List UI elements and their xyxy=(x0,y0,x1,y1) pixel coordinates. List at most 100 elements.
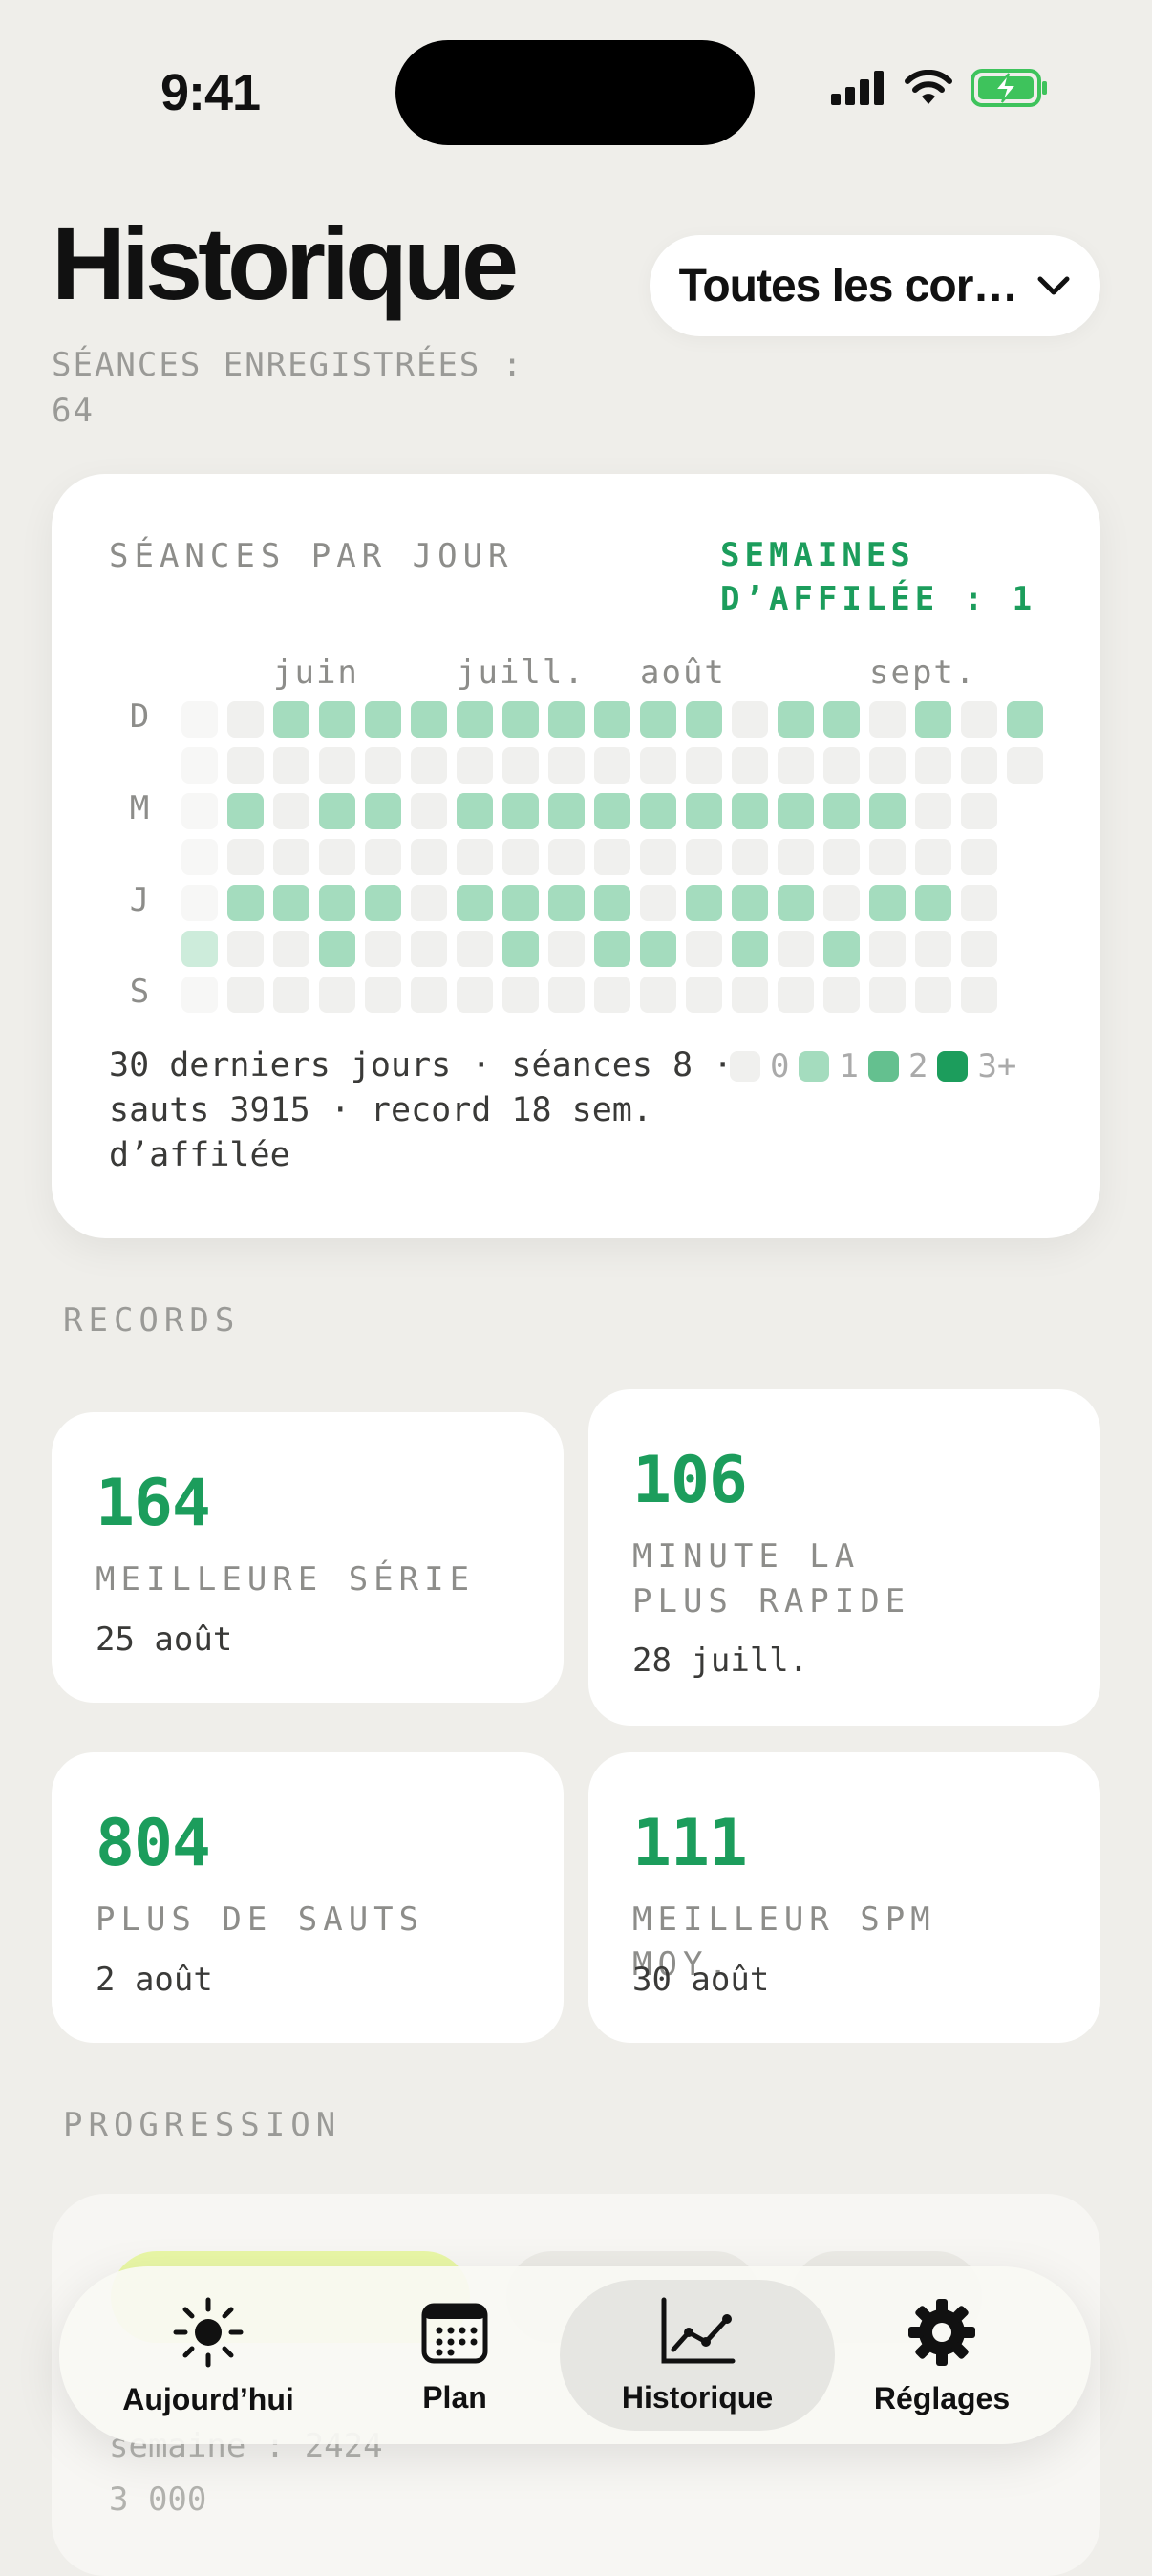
heatmap-cell xyxy=(181,977,218,1013)
heatmap-cell xyxy=(548,793,585,829)
progression-axis-value: 3 000 xyxy=(109,2480,207,2519)
month-label: sept. xyxy=(869,654,977,692)
heatmap-cell xyxy=(732,701,768,738)
heatmap-cell xyxy=(594,977,630,1013)
tab-label: Plan xyxy=(422,2379,487,2415)
record-label: MINUTE LA PLUS RAPIDE xyxy=(632,1537,911,1621)
heatmap-cell xyxy=(915,793,951,829)
heatmap-cell xyxy=(778,977,814,1013)
heatmap-cell xyxy=(319,793,355,829)
heatmap-cell xyxy=(686,977,722,1013)
tab-aujourdhui[interactable]: Aujourd’hui xyxy=(94,2280,323,2431)
heatmap-cell xyxy=(365,977,401,1013)
battery-charging-icon xyxy=(971,69,1047,107)
bottom-tab-bar: Aujourd’hui Plan Historique Réglages xyxy=(59,2266,1091,2444)
heatmap-cell xyxy=(548,701,585,738)
heatmap-cell xyxy=(365,701,401,738)
day-label: J xyxy=(129,881,150,919)
heatmap-cell xyxy=(823,839,860,875)
heatmap-cell xyxy=(181,701,218,738)
heatmap-cell xyxy=(823,885,860,921)
heatmap-cell xyxy=(732,793,768,829)
tab-plan[interactable]: Plan xyxy=(340,2280,569,2431)
tab-label: Historique xyxy=(621,2379,774,2415)
wifi-icon xyxy=(905,70,952,104)
heatmap-cell xyxy=(273,701,309,738)
record-date: 28 juill. xyxy=(632,1642,809,1680)
heatmap-cell xyxy=(502,793,539,829)
legend-label: 0 xyxy=(770,1047,790,1085)
heatmap-cell xyxy=(961,701,997,738)
heatmap-cell xyxy=(594,701,630,738)
heatmap-cell xyxy=(640,793,676,829)
heatmap-cell xyxy=(548,839,585,875)
heatmap-cell xyxy=(365,839,401,875)
heatmap-cell xyxy=(961,793,997,829)
legend-swatch-1 xyxy=(799,1051,830,1082)
heatmap-cell xyxy=(778,885,814,921)
tab-historique[interactable]: Historique xyxy=(560,2280,835,2431)
heatmap-cell xyxy=(594,793,630,829)
record-date: 25 août xyxy=(96,1621,233,1659)
heatmap-cell xyxy=(732,747,768,784)
heatmap-cell xyxy=(457,701,493,738)
legend-swatch-3 xyxy=(937,1051,969,1082)
heatmap-months: juin juill. août sept. xyxy=(52,654,1100,696)
heatmap-cell xyxy=(823,793,860,829)
heatmap-cell xyxy=(686,793,722,829)
heatmap-cell xyxy=(961,747,997,784)
record-card-best-streak[interactable]: 164 MEILLEURE SÉRIE 25 août xyxy=(52,1412,564,1703)
heatmap-cell xyxy=(640,747,676,784)
chart-line-icon xyxy=(661,2297,736,2363)
heatmap-cell xyxy=(594,747,630,784)
sun-icon xyxy=(173,2297,244,2367)
heatmap-cell xyxy=(1007,747,1043,784)
heatmap-cell xyxy=(594,885,630,921)
heatmap-cell xyxy=(640,977,676,1013)
record-card-most-jumps[interactable]: 804 PLUS DE SAUTS 2 août xyxy=(52,1752,564,2043)
legend-swatch-0 xyxy=(730,1051,760,1082)
day-label: S xyxy=(129,973,150,1011)
heatmap-cell xyxy=(365,885,401,921)
tab-reglages[interactable]: Réglages xyxy=(827,2280,1056,2431)
page-title: Historique xyxy=(52,205,519,321)
heatmap-cell xyxy=(915,931,951,967)
record-label: MEILLEURE SÉRIE xyxy=(96,1560,476,1599)
heatmap-cell xyxy=(273,747,309,784)
heatmap-cell xyxy=(365,793,401,829)
heatmap-cell xyxy=(915,701,951,738)
record-card-best-avg-spm[interactable]: 111 MEILLEUR SPM MOY. 30 août xyxy=(588,1752,1100,2043)
legend-swatch-2 xyxy=(867,1051,899,1082)
streak-badge: SEMAINES D’AFFILÉE : 1 xyxy=(720,536,1037,618)
heatmap-cell xyxy=(869,839,906,875)
heatmap-cell xyxy=(961,839,997,875)
heatmap-cell xyxy=(594,839,630,875)
heatmap-cell xyxy=(457,931,493,967)
day-label: D xyxy=(129,698,150,736)
heatmap-cell xyxy=(869,931,906,967)
heatmap-cell xyxy=(686,701,722,738)
heatmap-cell xyxy=(869,793,906,829)
heatmap-cell xyxy=(686,747,722,784)
tab-label: Aujourd’hui xyxy=(122,2381,294,2416)
heatmap-cell xyxy=(961,885,997,921)
record-label: PLUS DE SAUTS xyxy=(96,1900,425,1939)
dynamic-island xyxy=(395,40,755,145)
rope-filter-dropdown[interactable]: Toutes les cor… xyxy=(650,235,1100,336)
heatmap-cell xyxy=(181,793,218,829)
legend-label: 2 xyxy=(907,1047,928,1085)
heatmap-cell xyxy=(732,977,768,1013)
heatmap-cell xyxy=(181,839,218,875)
cellular-signal-icon xyxy=(831,71,884,105)
heatmap-cell xyxy=(227,793,264,829)
heatmap-cell xyxy=(915,747,951,784)
heatmap-cell xyxy=(778,839,814,875)
heatmap-cell xyxy=(227,747,264,784)
heatmap-cell xyxy=(365,747,401,784)
heatmap-cell xyxy=(227,701,264,738)
heatmap-cell xyxy=(778,747,814,784)
heatmap-cell xyxy=(869,747,906,784)
heatmap-cell xyxy=(181,747,218,784)
record-card-fastest-minute[interactable]: 106 MINUTE LA PLUS RAPIDE 28 juill. xyxy=(588,1389,1100,1726)
filter-label: Toutes les cor… xyxy=(678,260,1019,311)
